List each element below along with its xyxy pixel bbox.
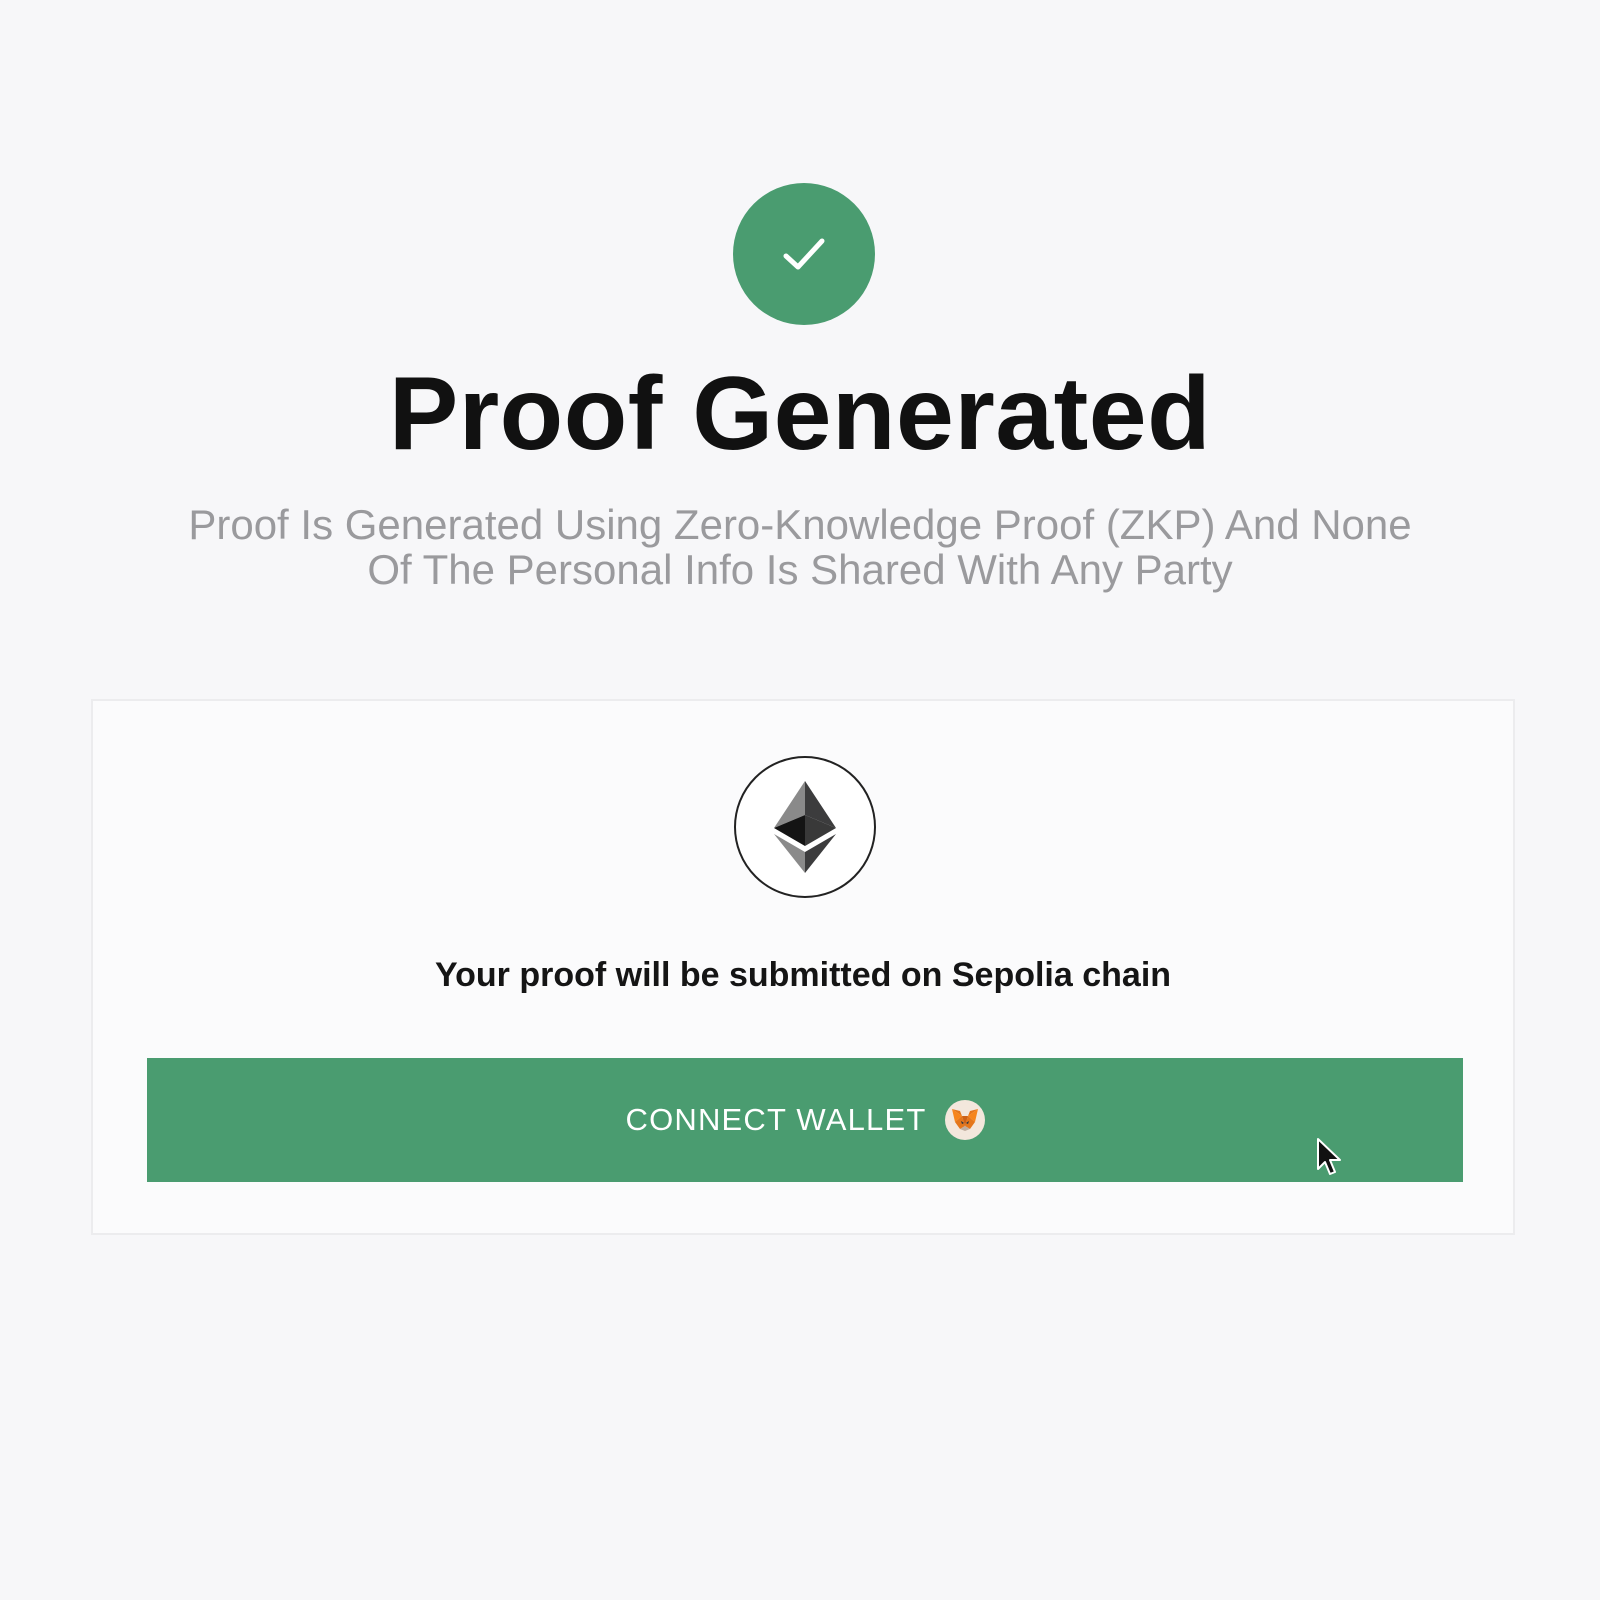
proof-generated-page: Proof Generated Proof Is Generated Using… — [0, 0, 1600, 1600]
subtitle-line-2: Of The Personal Info Is Shared With Any … — [367, 546, 1233, 593]
ethereum-logo — [774, 781, 836, 873]
mouse-pointer-icon — [1317, 1138, 1341, 1175]
ethereum-icon — [734, 756, 876, 898]
subtitle-line-1: Proof Is Generated Using Zero-Knowledge … — [188, 501, 1412, 548]
metamask-fox-icon — [944, 1100, 985, 1140]
page-title: Proof Generated — [388, 356, 1212, 472]
submission-card: Your proof will be submitted on Sepolia … — [91, 699, 1515, 1235]
success-checkmark-icon — [733, 183, 875, 325]
page-subtitle: Proof Is Generated Using Zero-Knowledge … — [100, 502, 1500, 592]
checkmark-icon — [783, 238, 825, 270]
chain-message: Your proof will be submitted on Sepolia … — [434, 956, 1172, 994]
connect-wallet-label: CONNECT WALLET — [625, 1102, 927, 1137]
connect-wallet-button[interactable]: CONNECT WALLET — [147, 1058, 1463, 1182]
